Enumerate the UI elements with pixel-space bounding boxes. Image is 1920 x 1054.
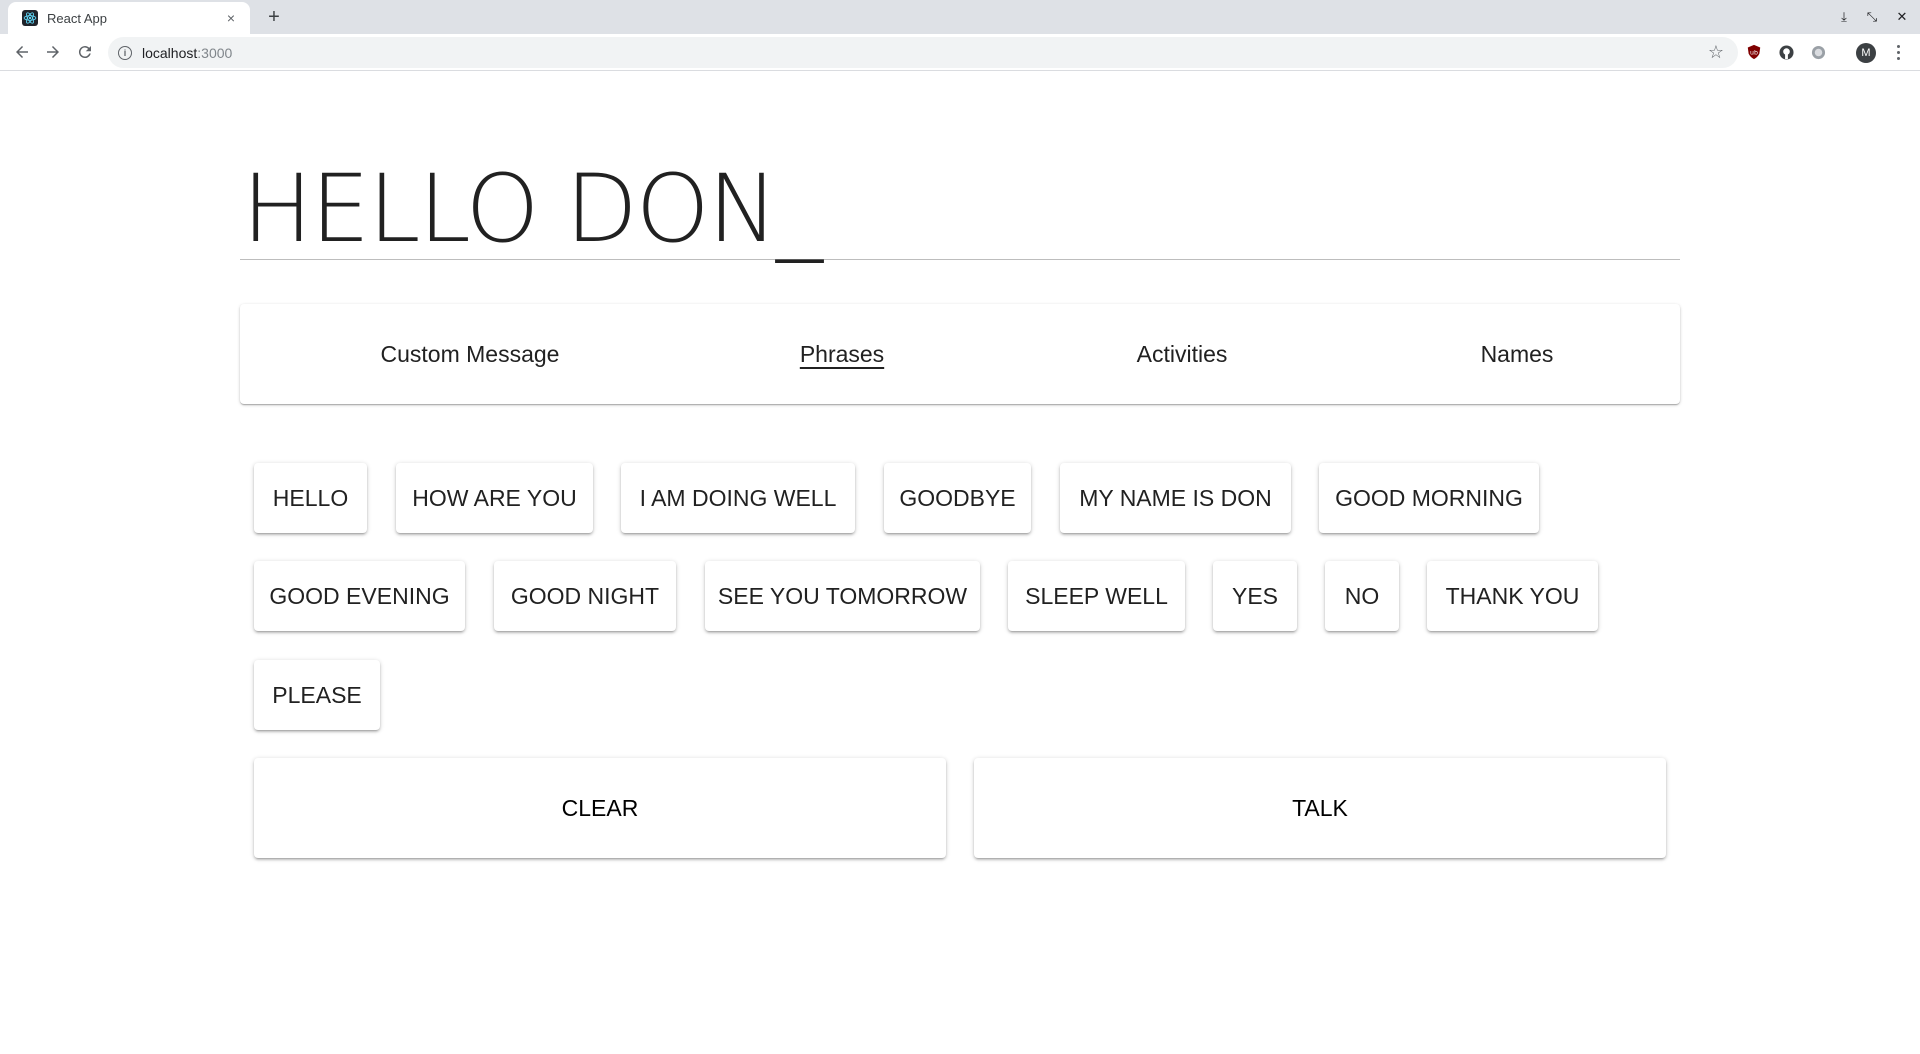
- close-window-icon[interactable]: ✕: [1892, 7, 1912, 27]
- browser-menu-icon[interactable]: [1890, 41, 1906, 63]
- message-text: HELLO DON_: [242, 155, 823, 264]
- tab-names[interactable]: Names: [1367, 304, 1667, 404]
- phrase-button[interactable]: SLEEP WELL: [1008, 561, 1185, 631]
- tab-title: React App: [47, 10, 107, 26]
- phrase-button[interactable]: GOODBYE: [884, 463, 1031, 533]
- tab-phrases[interactable]: Phrases: [692, 304, 992, 404]
- close-tab-icon[interactable]: ×: [222, 9, 240, 27]
- phrase-button[interactable]: HOW ARE YOU: [396, 463, 593, 533]
- react-favicon-icon: [22, 10, 38, 26]
- browser-toolbar: i localhost:3000 ☆ ub M: [0, 34, 1920, 71]
- minimize-window-icon[interactable]: ⤓: [1834, 7, 1854, 27]
- browser-tab[interactable]: React App ×: [8, 2, 250, 34]
- phrase-button[interactable]: HELLO: [254, 463, 367, 533]
- phrase-button[interactable]: GOOD MORNING: [1319, 463, 1539, 533]
- reload-icon[interactable]: [73, 40, 97, 64]
- tab-custom-message[interactable]: Custom Message: [320, 304, 620, 404]
- phrase-button[interactable]: PLEASE: [254, 660, 380, 730]
- address-bar[interactable]: i localhost:3000 ☆: [108, 37, 1738, 68]
- phrase-button[interactable]: I AM DOING WELL: [621, 463, 855, 533]
- new-tab-button[interactable]: +: [263, 6, 285, 28]
- category-tabs: Custom Message Phrases Activities Names: [240, 304, 1680, 404]
- circle-extension-icon[interactable]: [1809, 43, 1827, 61]
- message-display: HELLO DON_: [240, 161, 1680, 260]
- talk-button[interactable]: TALK: [974, 758, 1666, 858]
- browser-tab-strip: React App × + ⤓ ⤡ ✕: [0, 0, 1920, 34]
- phrase-button[interactable]: THANK YOU: [1427, 561, 1598, 631]
- github-extension-icon[interactable]: [1777, 43, 1795, 61]
- svg-text:ub: ub: [1750, 50, 1758, 57]
- tab-activities[interactable]: Activities: [1032, 304, 1332, 404]
- url-text: localhost:3000: [142, 44, 233, 61]
- site-info-icon[interactable]: i: [118, 45, 132, 60]
- back-arrow-icon[interactable]: [10, 40, 34, 64]
- forward-arrow-icon[interactable]: [41, 40, 65, 64]
- phrase-button[interactable]: SEE YOU TOMORROW: [705, 561, 980, 631]
- phrase-button[interactable]: GOOD NIGHT: [494, 561, 676, 631]
- phrase-button[interactable]: YES: [1213, 561, 1297, 631]
- phrase-button[interactable]: GOOD EVENING: [254, 561, 465, 631]
- phrase-button[interactable]: MY NAME IS DON: [1060, 463, 1291, 533]
- profile-avatar[interactable]: M: [1856, 43, 1876, 63]
- phrase-button[interactable]: NO: [1325, 561, 1399, 631]
- restore-window-icon[interactable]: ⤡: [1862, 7, 1882, 27]
- clear-button[interactable]: CLEAR: [254, 758, 946, 858]
- ublock-extension-icon[interactable]: ub: [1745, 43, 1763, 61]
- bookmark-star-icon[interactable]: ☆: [1708, 42, 1724, 63]
